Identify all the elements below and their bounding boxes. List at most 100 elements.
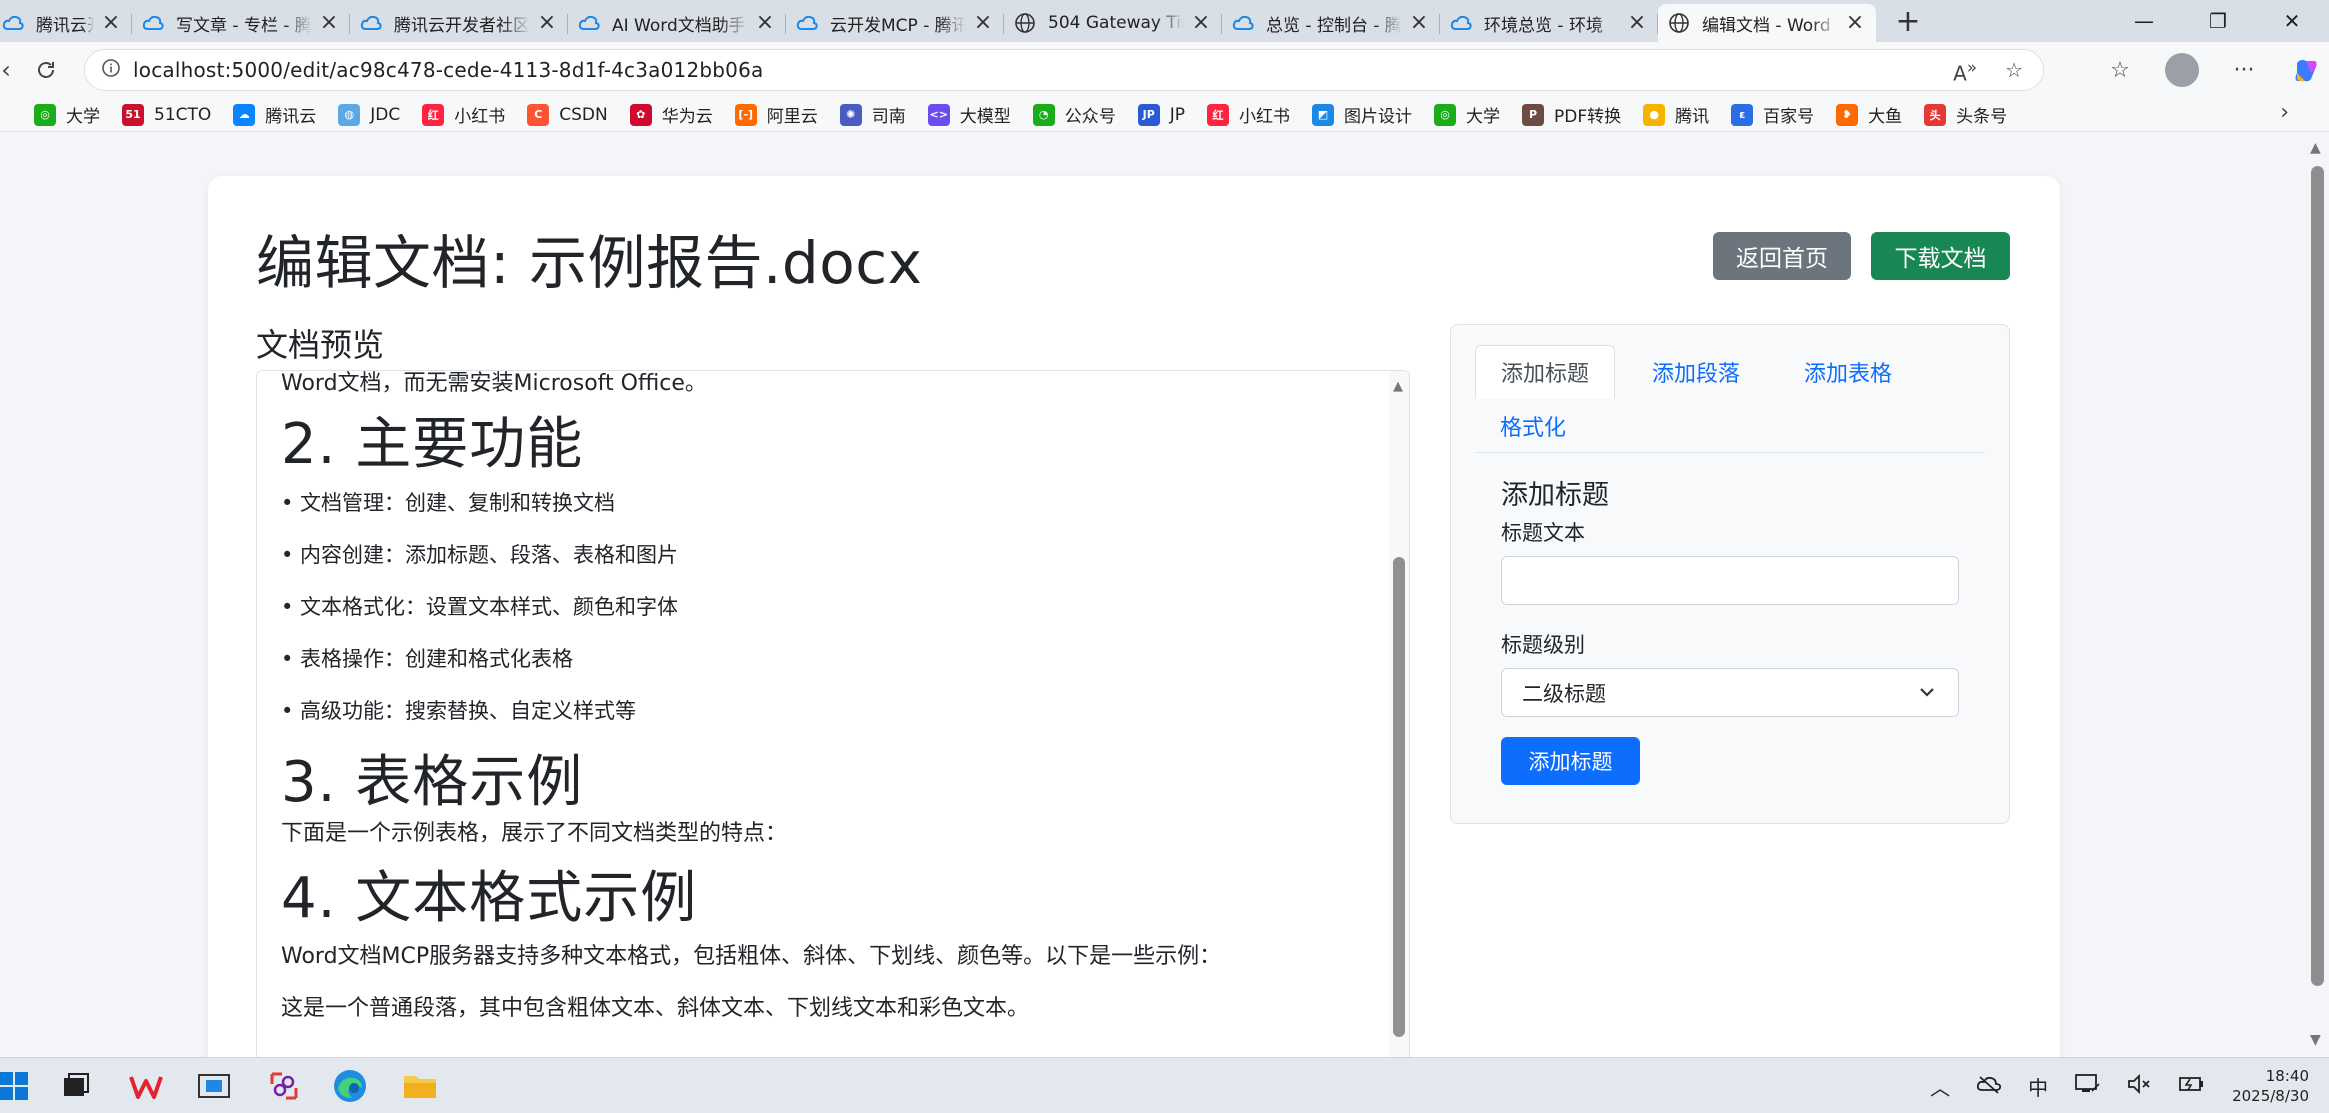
bookmark-item[interactable]: C CSDN xyxy=(527,103,608,126)
task-view-icon[interactable] xyxy=(56,1066,96,1106)
preview-scrollbar-thumb[interactable] xyxy=(1393,557,1405,1037)
bookmark-label: CSDN xyxy=(559,104,608,125)
download-button[interactable]: 下载文档 xyxy=(1871,232,2010,280)
bookmark-item[interactable]: 红小红书 xyxy=(422,102,505,127)
browser-tab[interactable]: 总览 - 控制台 - 腾 × xyxy=(1222,4,1440,42)
preview-heading: 文档预览 xyxy=(256,326,385,364)
cloud-icon xyxy=(1450,12,1472,34)
preview-paragraph: 这是一个普通段落，其中包含粗体文本、斜体文本、下划线文本和彩色文本。 xyxy=(281,996,1030,1021)
document-preview[interactable]: Word文档，而无需安装Microsoft Office。 2. 主要功能 • … xyxy=(256,370,1410,1057)
read-aloud-icon[interactable]: A» xyxy=(1953,58,1977,86)
more-menu-icon[interactable]: ··· xyxy=(2224,50,2264,90)
bookmark-item[interactable]: ◍ JDC xyxy=(338,103,400,126)
browser-tab[interactable]: 环境总览 - 环境 × xyxy=(1440,4,1658,42)
bookmark-item[interactable]: ◩ 图片设计 xyxy=(1312,102,1412,127)
close-tab-icon[interactable]: × xyxy=(1190,12,1212,34)
browser-tab[interactable]: 腾讯云开发者社区 × xyxy=(350,4,568,42)
browser-tab[interactable]: 腾讯云开发者社区 × xyxy=(0,4,132,42)
minimize-button[interactable]: — xyxy=(2107,0,2181,42)
file-explorer-icon[interactable] xyxy=(400,1066,440,1106)
globe-icon xyxy=(1668,12,1690,34)
preview-paragraph: Word文档，而无需安装Microsoft Office。 xyxy=(281,371,707,396)
browser-tab[interactable]: 504 Gateway Time × xyxy=(1004,4,1222,42)
wps-icon[interactable] xyxy=(126,1066,166,1106)
close-tab-icon[interactable]: × xyxy=(1408,12,1430,34)
add-heading-button[interactable]: 添加标题 xyxy=(1501,737,1640,785)
profile-avatar[interactable] xyxy=(2162,50,2202,90)
close-tab-icon[interactable]: × xyxy=(1626,12,1648,34)
bookmark-icon: ◎ xyxy=(1434,103,1456,126)
close-tab-icon[interactable]: × xyxy=(754,12,776,34)
preview-scrollbar[interactable]: ▲ xyxy=(1389,371,1409,1057)
list-item: • 文档管理：创建、复制和转换文档 xyxy=(281,491,616,515)
browser-tab[interactable]: 编辑文档 - Word × xyxy=(1658,4,1876,42)
favorite-star-icon[interactable]: ☆ xyxy=(2005,58,2023,86)
start-icon[interactable] xyxy=(0,1066,34,1106)
restore-button[interactable]: ❐ xyxy=(2181,0,2255,42)
page-scrollbar-thumb[interactable] xyxy=(2311,166,2324,986)
cloud-icon xyxy=(578,12,600,34)
bookmark-item[interactable]: ☁ 腾讯云 xyxy=(233,102,316,127)
globe-icon xyxy=(1014,12,1036,34)
bookmark-item[interactable]: ✿ 华为云 xyxy=(629,102,713,127)
browser-tab[interactable]: 云开发MCP - 腾讯 × xyxy=(786,4,1004,42)
scroll-down-icon[interactable]: ▼ xyxy=(2310,1032,2321,1048)
heading-level-select[interactable]: 二级标题 xyxy=(1501,668,1959,717)
bookmark-item[interactable]: <> 大模型 xyxy=(927,102,1011,127)
bookmark-item[interactable]: 红小红书 xyxy=(1207,102,1290,127)
bookmark-item[interactable]: ε 百家号 xyxy=(1731,102,1814,127)
ime-indicator[interactable]: 中 xyxy=(2028,1072,2048,1101)
page-scrollbar[interactable]: ▲ ▼ xyxy=(2306,132,2329,1057)
scroll-up-icon[interactable]: ▲ xyxy=(2310,140,2321,156)
browser-tab[interactable]: AI Word文档助手 × xyxy=(568,4,786,42)
favorites-icon[interactable]: ☆ xyxy=(2100,50,2140,90)
back-button[interactable]: ‹ xyxy=(0,50,26,90)
bookmark-item[interactable]: P PDF转换 xyxy=(1522,102,1621,127)
close-window-button[interactable]: ✕ xyxy=(2255,0,2329,42)
heading-text-input[interactable] xyxy=(1501,556,1959,605)
app-window-icon[interactable] xyxy=(194,1066,234,1106)
bookmark-item[interactable]: ✺ 司南 xyxy=(839,102,906,127)
new-tab-button[interactable]: + xyxy=(1886,4,1930,42)
bookmark-item[interactable]: 51 51CTO xyxy=(122,103,211,126)
tab-add-heading[interactable]: 添加标题 xyxy=(1475,345,1616,399)
browser-toolbar: ☆ ··· xyxy=(2100,50,2326,90)
battery-icon[interactable] xyxy=(2178,1073,2206,1100)
bookmark-item[interactable]: ◎ 大学 xyxy=(1434,102,1500,127)
bookmark-item[interactable]: [-] 阿里云 xyxy=(734,102,818,127)
url-field[interactable]: localhost:5000/edit/ac98c478-cede-4113-8… xyxy=(84,49,2044,91)
bookmark-item[interactable]: ● 腾讯 xyxy=(1643,102,1709,127)
tab-format[interactable]: 格式化 xyxy=(1475,399,1591,453)
bookmark-item[interactable]: ❥ 大鱼 xyxy=(1836,102,1902,127)
clock[interactable]: 18:40 2025/8/30 xyxy=(2232,1066,2309,1106)
tray-overflow-icon[interactable]: ︿ xyxy=(1930,1072,1950,1101)
bookmark-item[interactable]: ◔ 公众号 xyxy=(1032,102,1116,127)
refresh-icon[interactable] xyxy=(26,50,66,90)
close-tab-icon[interactable]: × xyxy=(1844,12,1866,34)
home-button[interactable]: 返回首页 xyxy=(1713,232,1851,280)
preview-content: Word文档，而无需安装Microsoft Office。 2. 主要功能 • … xyxy=(281,371,1361,1035)
network-icon[interactable] xyxy=(2074,1073,2100,1100)
onedrive-icon[interactable] xyxy=(1976,1074,2002,1099)
tab-add-table[interactable]: 添加表格 xyxy=(1779,345,1917,399)
tab-add-paragraph[interactable]: 添加段落 xyxy=(1627,345,1765,399)
site-info-icon[interactable] xyxy=(101,58,121,82)
scroll-up-icon[interactable]: ▲ xyxy=(1393,379,1403,394)
bookmark-label: 公众号 xyxy=(1064,107,1116,127)
snipping-tool-icon[interactable] xyxy=(264,1066,304,1106)
volume-muted-icon[interactable] xyxy=(2126,1073,2152,1100)
browser-tab-title: 504 Gateway Time xyxy=(1048,13,1184,33)
browser-tab[interactable]: 写文章 - 专栏 - 腾讯 × xyxy=(132,4,350,42)
list-item: • 表格操作：创建和格式化表格 xyxy=(281,647,574,671)
close-tab-icon[interactable]: × xyxy=(536,12,558,34)
close-tab-icon[interactable]: × xyxy=(100,12,122,34)
bookmark-item[interactable]: 头头条号 xyxy=(1924,102,2007,127)
bookmark-item[interactable]: ◎ 大学 xyxy=(34,102,100,127)
copilot-icon[interactable] xyxy=(2286,50,2326,90)
bookmark-item[interactable]: JP JP xyxy=(1137,103,1185,126)
bookmarks-more-icon[interactable]: › xyxy=(2280,100,2289,125)
close-tab-icon[interactable]: × xyxy=(318,12,340,34)
edge-browser-icon[interactable] xyxy=(330,1066,370,1106)
heading-level-label: 标题级别 xyxy=(1501,633,1585,657)
close-tab-icon[interactable]: × xyxy=(972,12,994,34)
